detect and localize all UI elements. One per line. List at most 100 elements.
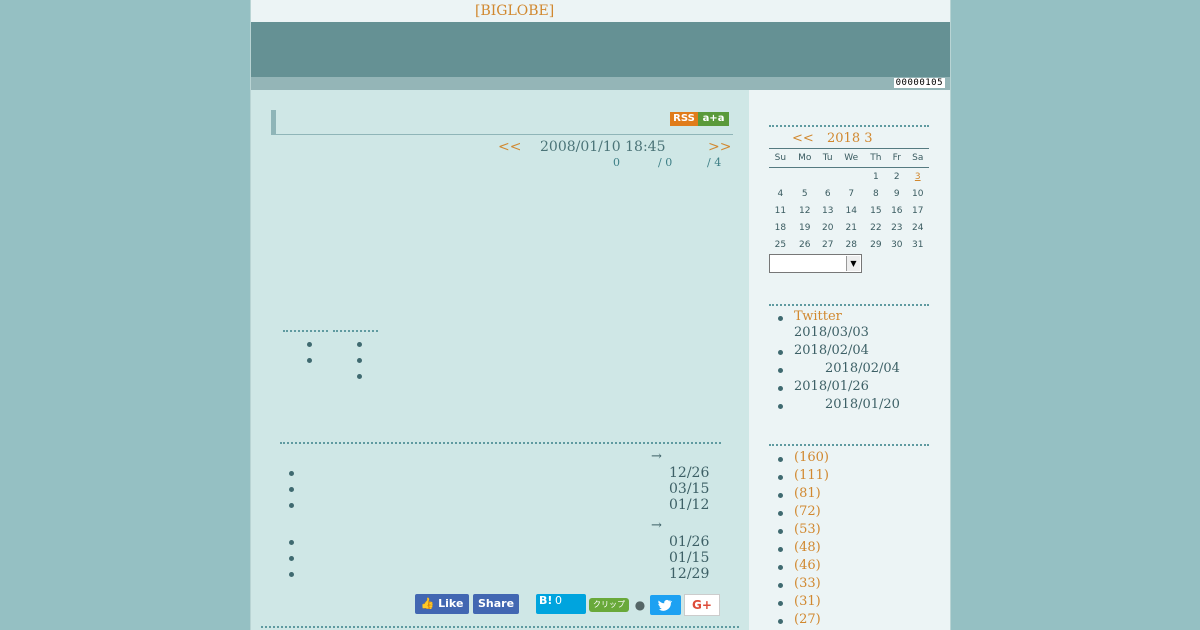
footer-divider — [261, 626, 739, 628]
calendar-prev-link[interactable]: << — [792, 131, 814, 146]
calendar-day[interactable]: 3 — [907, 168, 930, 186]
category-link[interactable]: (53) — [794, 522, 821, 537]
page: [BIGLOBE] 00000105 RSS a+a << 2008/01/10… — [250, 0, 951, 630]
calendar-day: 6 — [824, 188, 831, 199]
a2a-label: a+a — [698, 112, 729, 126]
related-item-date: 12/29 — [669, 566, 710, 582]
calendar-weekday: Su — [769, 148, 792, 168]
related-item-date: 01/26 — [669, 534, 710, 550]
calendar-day: 5 — [801, 188, 808, 199]
calendar-day: 4 — [777, 188, 784, 199]
biglobe-link[interactable]: [BIGLOBE] — [475, 3, 554, 19]
calendar-weekday: Tu — [817, 148, 838, 168]
calendar-day: 10 — [912, 188, 924, 199]
calendar-day: 2 — [893, 171, 900, 182]
calendar-day: 27 — [821, 239, 834, 250]
calendar-day: 9 — [893, 188, 900, 199]
related-item-date: 12/26 — [669, 465, 710, 481]
related-more-arrow[interactable]: → — [651, 449, 662, 464]
calendar-day: 17 — [912, 205, 924, 216]
calendar-weekday: Fr — [887, 148, 907, 168]
facebook-like-button[interactable]: 👍 Like — [415, 594, 469, 614]
calendar-day: 28 — [845, 239, 857, 250]
calendar-weekday: Mo — [791, 148, 818, 168]
category-link[interactable]: (111) — [794, 468, 829, 483]
main-column: RSS a+a << 2008/01/10 18:45 >> 0 / 0 / 4… — [251, 90, 749, 630]
calendar-day: 26 — [798, 239, 811, 250]
evernote-icon[interactable]: ● — [633, 597, 647, 613]
calendar-day: 15 — [870, 205, 882, 216]
hatena-logo: B! — [539, 594, 553, 607]
related-more-arrow[interactable]: → — [651, 518, 662, 533]
recent-bullet — [778, 316, 783, 321]
rss-a2a-badge[interactable]: RSS a+a — [670, 112, 729, 126]
recent-bullet — [778, 404, 783, 409]
calendar-day — [792, 168, 818, 186]
trackback-count[interactable]: / 0 — [658, 156, 672, 169]
category-link[interactable]: (72) — [794, 504, 821, 519]
tweet-button[interactable] — [650, 595, 681, 615]
category-bullet — [778, 583, 783, 588]
related-divider — [280, 442, 721, 444]
recent-date: 2018/02/04 — [794, 343, 869, 358]
calendar-day: 14 — [845, 205, 857, 216]
calendar-day: 20 — [821, 222, 834, 233]
recent-bullet — [778, 368, 783, 373]
thumbs-up-icon: 👍 — [420, 597, 435, 610]
top-bar: [BIGLOBE] — [251, 0, 950, 22]
chevron-down-icon: ▼ — [846, 256, 860, 271]
calendar-day: 30 — [891, 239, 903, 250]
category-bullet — [778, 565, 783, 570]
twitter-bird-icon — [658, 599, 673, 611]
sidebar: << 2018 3 Su Mo Tu We Th Fr Sa 1 2 3 4 5 6 7 8 9 10 11 12… — [749, 90, 950, 630]
entry-datetime: 2008/01/10 18:45 — [540, 139, 666, 155]
calendar-day: 7 — [848, 188, 855, 199]
list-item — [307, 342, 312, 347]
category-bullet — [778, 547, 783, 552]
category-link[interactable]: (81) — [794, 486, 821, 501]
recent-date: 2018/01/26 — [794, 379, 869, 394]
calendar-month: 2018 3 — [827, 131, 873, 146]
related-item-bullet — [289, 471, 294, 476]
archive-month-select[interactable]: ▼ — [769, 254, 862, 273]
category-bullet — [778, 457, 783, 462]
category-link[interactable]: (48) — [794, 540, 821, 555]
related-item-bullet — [289, 572, 294, 577]
calendar-day: 23 — [891, 222, 903, 233]
related-item-bullet — [289, 540, 294, 545]
hatena-bookmark-button[interactable]: B! 0 — [536, 594, 586, 614]
calendar-day: 24 — [912, 222, 924, 233]
header-banner — [251, 22, 950, 77]
category-divider — [769, 444, 929, 446]
related-item-date: 01/12 — [669, 497, 710, 513]
category-link[interactable]: (31) — [794, 594, 821, 609]
rss-label: RSS — [670, 112, 698, 126]
calendar-day: 22 — [870, 222, 882, 233]
category-bullet — [778, 475, 783, 480]
recent-twitter-link[interactable]: Twitter — [794, 309, 842, 324]
calendar-day: 13 — [821, 205, 834, 216]
prev-entry-link[interactable]: << — [498, 139, 521, 155]
list-divider — [283, 330, 328, 332]
calendar-table: Su Mo Tu We Th Fr Sa 1 2 3 4 5 6 7 8 9 10 11 12 13 14 15 16 17… — [769, 148, 929, 253]
category-link[interactable]: (27) — [794, 612, 821, 627]
comment-count[interactable]: 0 — [613, 156, 620, 169]
related-item-date: 01/15 — [669, 550, 710, 566]
category-bullet — [778, 601, 783, 606]
access-counter: 00000105 — [893, 78, 945, 88]
category-link[interactable]: (33) — [794, 576, 821, 591]
category-bullet — [778, 493, 783, 498]
facebook-share-button[interactable]: Share — [473, 594, 519, 614]
view-count: / 4 — [707, 156, 722, 169]
calendar-divider — [769, 125, 929, 127]
recent-bullet — [778, 350, 783, 355]
entry-title-bar — [271, 110, 733, 135]
category-link[interactable]: (46) — [794, 558, 821, 573]
category-link[interactable]: (160) — [794, 450, 829, 465]
next-entry-link[interactable]: >> — [708, 139, 731, 155]
google-plus-button[interactable]: G+ — [684, 594, 720, 616]
recent-date: 2018/01/20 — [825, 397, 900, 412]
calendar-day: 18 — [774, 222, 787, 233]
clip-button[interactable]: クリップ — [589, 598, 629, 612]
calendar-weekday: Sa — [906, 148, 929, 168]
